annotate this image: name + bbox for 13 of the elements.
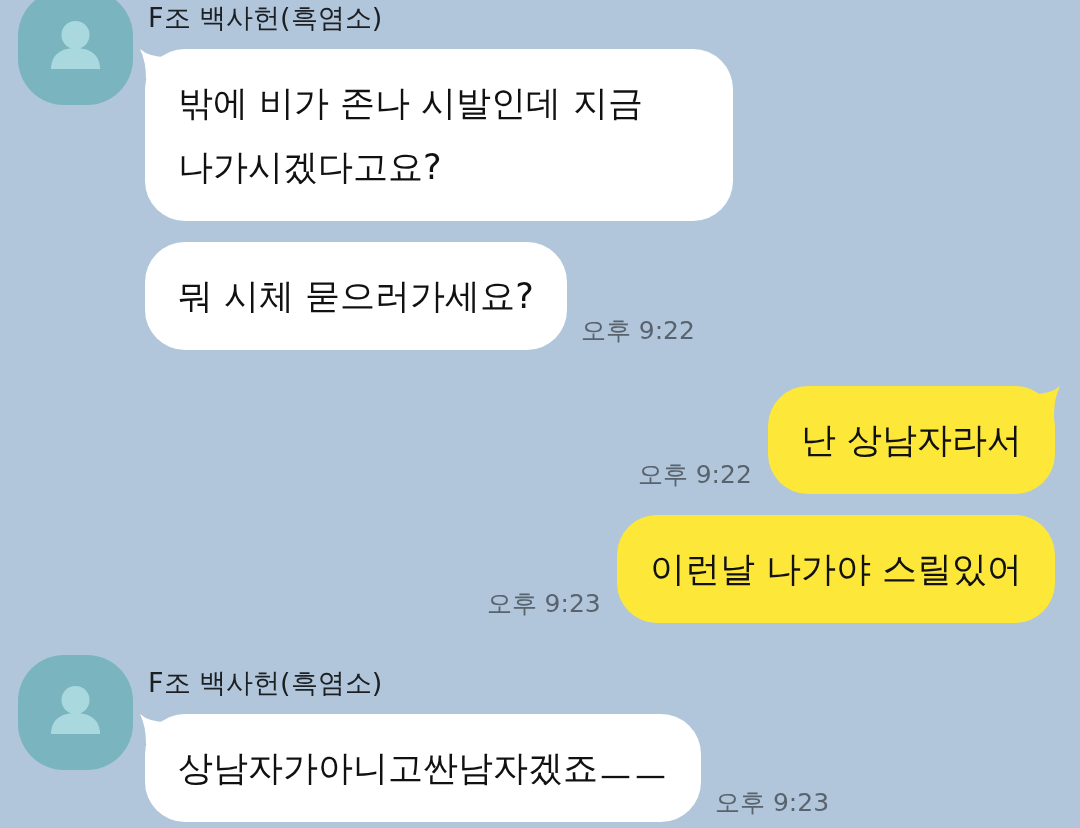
message-time: 오후 9:22 xyxy=(580,316,695,346)
message-bubble: 뭐 시체 묻으러가세요? xyxy=(145,242,567,350)
message-bubble: 이런날 나가야 스릴있어 xyxy=(616,515,1055,623)
message-time: 오후 9:23 xyxy=(715,788,830,818)
avatar-icon[interactable] xyxy=(18,655,133,770)
message-bubble: 상남자가아니고싼남자겠죠ㅡㅡ xyxy=(145,714,701,822)
message-bubble: 밖에 비가 존나 시발인데 지금 나가시겠다고요? xyxy=(145,49,733,221)
avatar-icon[interactable] xyxy=(18,0,133,105)
message-time: 오후 9:23 xyxy=(486,589,601,619)
sender-name: F조 백사헌(흑염소) xyxy=(147,666,383,700)
message-time: 오후 9:22 xyxy=(637,460,752,490)
message-bubble: 난 상남자라서 xyxy=(767,386,1055,494)
sender-name: F조 백사헌(흑염소) xyxy=(147,1,383,35)
